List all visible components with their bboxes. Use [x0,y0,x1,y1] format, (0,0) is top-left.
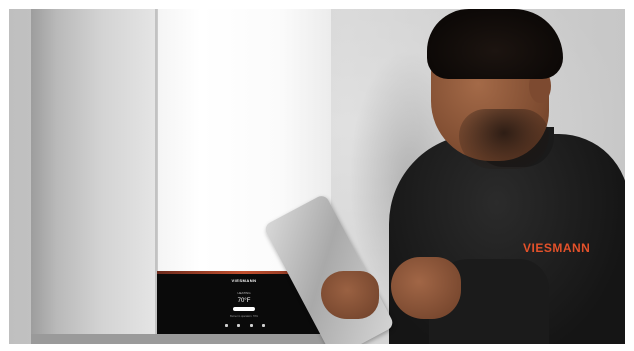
panel-pill [233,307,255,311]
panel-check-icon [237,324,241,327]
photo-scene: VIESMANN HEATING 70°F Burner in operatio… [0,0,634,351]
hand-left [321,271,379,319]
boiler-bottom [31,334,331,344]
photo: VIESMANN HEATING 70°F Burner in operatio… [9,9,625,344]
panel-status-text: Burner in operation: 70% [230,315,258,318]
technician: VIESMANN [262,9,625,344]
hair [427,9,563,79]
boiler: VIESMANN HEATING 70°F Burner in operatio… [31,9,331,344]
beard [459,109,549,169]
panel-up-icon [249,324,253,327]
panel-down-icon [261,324,265,327]
shirt-logo: VIESMANN [523,241,591,255]
hand-right [391,257,461,319]
panel-icons [225,324,265,329]
panel-home-icon [225,324,228,327]
boiler-side-panel [31,9,159,334]
